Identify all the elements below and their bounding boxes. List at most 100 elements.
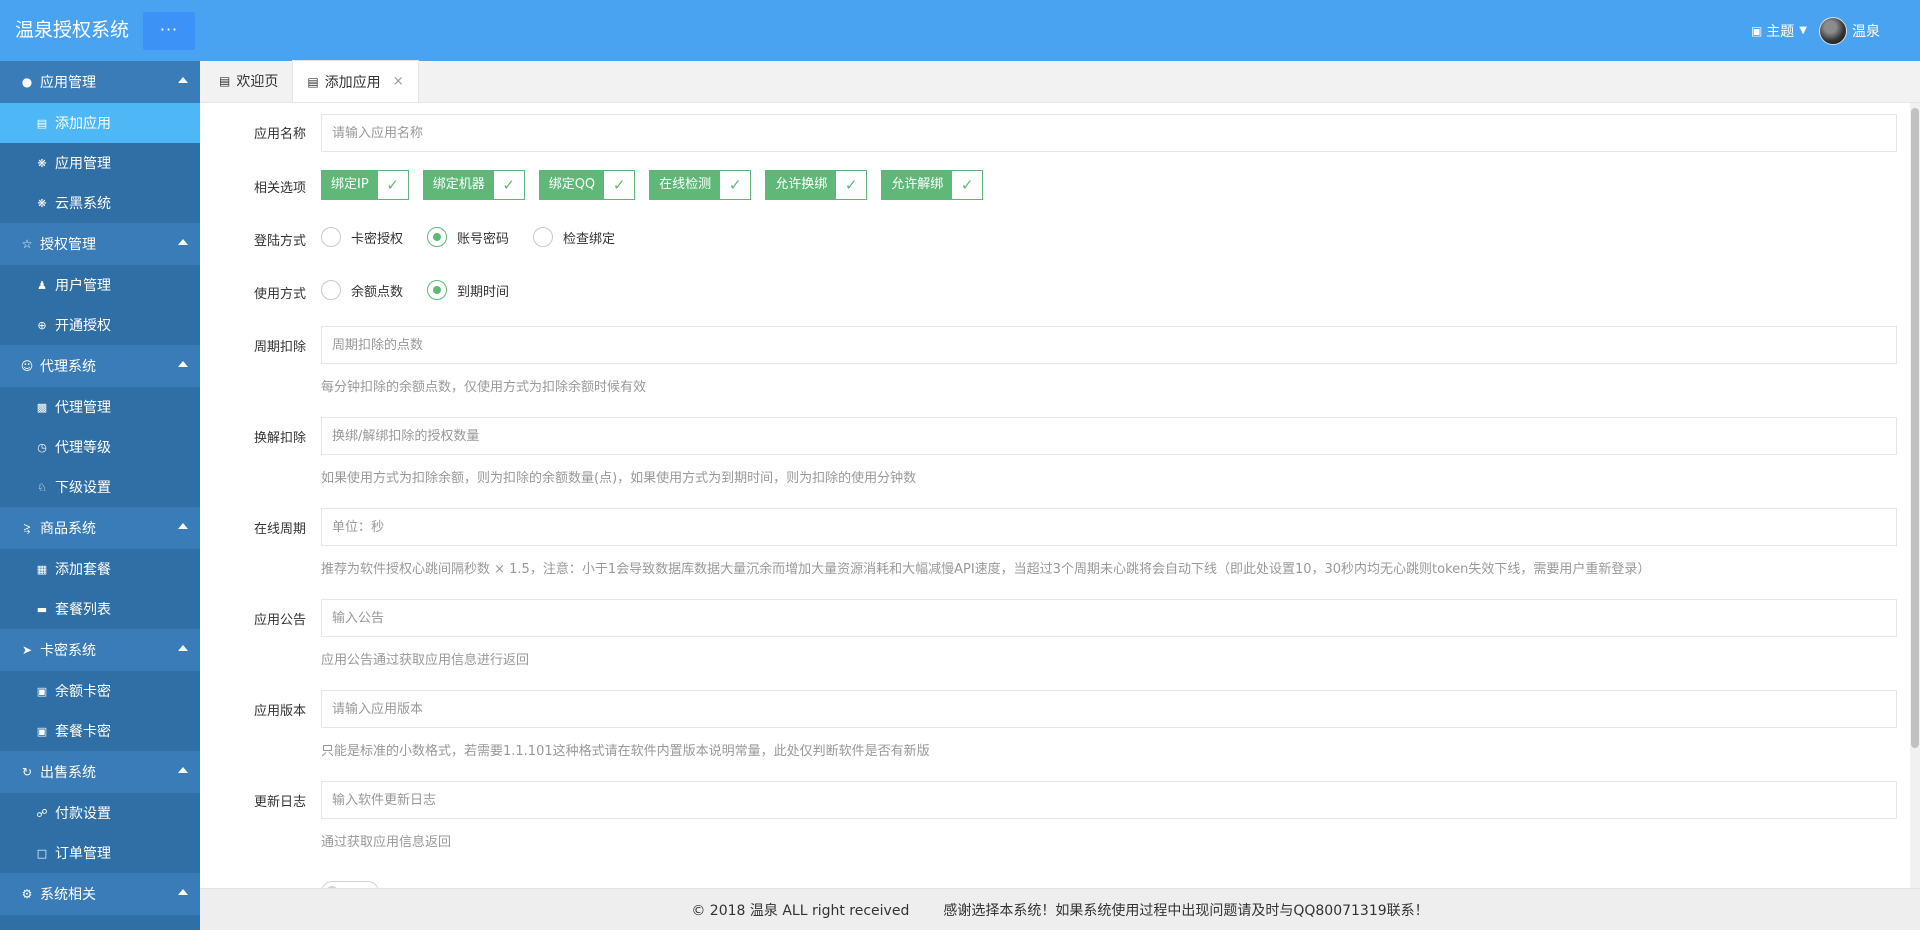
sidebar-item-add-app[interactable]: ▤ 添加应用 [0, 103, 200, 143]
radio-label: 到期时间 [457, 284, 510, 300]
checkbox-bind-machine[interactable]: 绑定机器 ✓ [422, 170, 525, 200]
sidebar-item-label: 付款设置 [55, 806, 111, 822]
toggle-switch[interactable] [321, 881, 379, 888]
version-input[interactable] [321, 690, 1897, 728]
sidebar-item-label: 开通授权 [55, 318, 111, 334]
sidebar-item-open-auth[interactable]: ⊕ 开通授权 [0, 305, 200, 345]
sidebar-item-sub-settings[interactable]: ♘ 下级设置 [0, 467, 200, 507]
checkbox-label: 在线检测 [650, 171, 721, 199]
theme-menu[interactable]: ▣ 主题 ▼ [1751, 21, 1807, 41]
period-deduct-input[interactable] [321, 326, 1897, 364]
field-label: 相关选项 [253, 181, 306, 196]
window-icon: ▤ [36, 116, 48, 130]
chevron-up-icon [178, 361, 188, 367]
sidebar-item-agent-manage[interactable]: ▩ 代理管理 [0, 387, 200, 427]
sidebar-item-label: 用户管理 [55, 278, 111, 294]
checkbox-bind-ip[interactable]: 绑定IP ✓ [321, 170, 409, 200]
sidebar-group-label: 出售系统 [40, 765, 96, 781]
scrollbar-thumb[interactable] [1911, 108, 1919, 748]
sidebar-group-app[interactable]: ● 应用管理 [0, 61, 200, 103]
file-icon: □ [36, 846, 48, 860]
online-period-input[interactable] [321, 508, 1897, 546]
radio-expire-time[interactable]: 到期时间 [427, 280, 509, 300]
tab-add-app[interactable]: ▤ 添加应用 × [292, 60, 419, 102]
checkbox-label: 允许换绑 [766, 171, 837, 199]
sidebar-group-agent[interactable]: ☺ 代理系统 [0, 345, 200, 387]
field-label: 使用方式 [253, 287, 306, 302]
radio-label: 余额点数 [351, 284, 404, 300]
tab-welcome[interactable]: ▤ 欢迎页 [205, 60, 292, 102]
check-icon: ✓ [604, 171, 635, 199]
close-icon[interactable]: × [393, 74, 404, 89]
chevron-up-icon [178, 523, 188, 529]
sidebar-group-auth[interactable]: ☆ 授权管理 [0, 223, 200, 265]
sidebar-item-user-manage[interactable]: ♟ 用户管理 [0, 265, 200, 305]
field-label: 应用版本 [253, 704, 306, 719]
user-icon: ♟ [37, 278, 47, 292]
sidebar-item-balance-card[interactable]: ▣ 余额卡密 [0, 671, 200, 711]
rebind-deduct-input[interactable] [321, 417, 1897, 455]
sidebar-item-label: 云黑系统 [55, 196, 111, 212]
sidebar-group-system[interactable]: ⚙ 系统相关 [0, 873, 200, 915]
app-name-input[interactable] [321, 114, 1897, 152]
radio-label: 检查绑定 [563, 231, 616, 247]
card-icon: ▬ [36, 602, 48, 616]
menu-toggle-button[interactable]: ··· [143, 12, 195, 50]
help-text: 应用公告通过获取应用信息进行返回 [321, 653, 530, 668]
grid-icon: ▦ [36, 562, 48, 576]
top-header: 温泉授权系统 ··· ▣ 主题 ▼ 温泉 [0, 0, 1920, 61]
sidebar-item-label: 下级设置 [55, 480, 111, 496]
sidebar-item-app-manage[interactable]: ❋ 应用管理 [0, 143, 200, 183]
form-row-partial [200, 876, 1910, 888]
sidebar-item-cloud-black[interactable]: ❋ 云黑系统 [0, 183, 200, 223]
header-right: ▣ 主题 ▼ 温泉 [1751, 0, 1880, 61]
sidebar-item-add-package[interactable]: ▦ 添加套餐 [0, 549, 200, 589]
check-icon: ✓ [720, 171, 751, 199]
checkbox-bind-qq[interactable]: 绑定QQ ✓ [538, 170, 636, 200]
circle-icon: ● [21, 75, 33, 89]
form-row-notice: 应用公告 应用公告通过获取应用信息进行返回 [200, 598, 1910, 672]
notice-input[interactable] [321, 599, 1897, 637]
sidebar-group-sales[interactable]: ↻ 出售系统 [0, 751, 200, 793]
plus-circle-icon: ⊕ [37, 318, 47, 332]
checkbox-allow-unbind[interactable]: 允许解绑 ✓ [881, 170, 984, 200]
tab-label: 欢迎页 [236, 74, 279, 90]
sidebar-item-agent-level[interactable]: ◷ 代理等级 [0, 427, 200, 467]
sidebar-group-card[interactable]: ➤ 卡密系统 [0, 629, 200, 671]
user-name: 温泉 [1852, 23, 1880, 40]
sidebar-item-payment-settings[interactable]: ☍ 付款设置 [0, 793, 200, 833]
radio-circle [321, 227, 341, 247]
radio-account-password[interactable]: 账号密码 [427, 227, 509, 247]
checkbox-online-check[interactable]: 在线检测 ✓ [649, 170, 752, 200]
changelog-input[interactable] [321, 781, 1897, 819]
footer-thanks: 感谢选择本系统！如果系统使用过程中出现问题请及时与QQ80071319联系！ [943, 902, 1429, 919]
footer: © 2018 温泉 ALL right received 感谢选择本系统！如果系… [200, 888, 1920, 930]
sidebar-group-goods[interactable]: ⥸ 商品系统 [0, 507, 200, 549]
check-icon: ✓ [836, 171, 867, 199]
app-add-icon: ▣ [36, 724, 48, 738]
field-label: 应用公告 [253, 613, 306, 628]
radio-balance-points[interactable]: 余额点数 [321, 280, 403, 300]
footer-copyright: © 2018 温泉 ALL right received [691, 902, 910, 919]
radio-card-auth[interactable]: 卡密授权 [321, 227, 403, 247]
content-scrollbar[interactable] [1910, 103, 1920, 888]
chevron-down-icon: ▼ [1799, 25, 1807, 36]
sidebar-item-order-manage[interactable]: □ 订单管理 [0, 833, 200, 873]
check-icon: ✓ [377, 171, 408, 199]
form-row-options: 相关选项 绑定IP ✓ 绑定机器 ✓ 绑定QQ ✓ 在线检测 ✓ 允许换绑 ✓ 允许解绑 ✓ [200, 167, 1910, 203]
field-label: 登陆方式 [253, 234, 306, 249]
user-menu[interactable]: 温泉 [1819, 16, 1880, 45]
checkbox-allow-rebind[interactable]: 允许换绑 ✓ [765, 170, 868, 200]
form-row-usage-mode: 使用方式 余额点数 到期时间 [200, 274, 1910, 308]
chevron-up-icon [178, 767, 188, 773]
radio-check-bind[interactable]: 检查绑定 [533, 227, 615, 247]
field-label: 更新日志 [253, 795, 306, 810]
chevron-up-icon [178, 889, 188, 895]
sidebar-item-package-card[interactable]: ▣ 套餐卡密 [0, 711, 200, 751]
check-icon: ✓ [952, 171, 983, 199]
image-icon: ▩ [36, 400, 48, 414]
form-row-changelog: 更新日志 通过获取应用信息返回 [200, 780, 1910, 854]
sidebar-group-label: 卡密系统 [40, 643, 96, 659]
sidebar-item-package-list[interactable]: ▬ 套餐列表 [0, 589, 200, 629]
help-text: 通过获取应用信息返回 [321, 835, 452, 850]
